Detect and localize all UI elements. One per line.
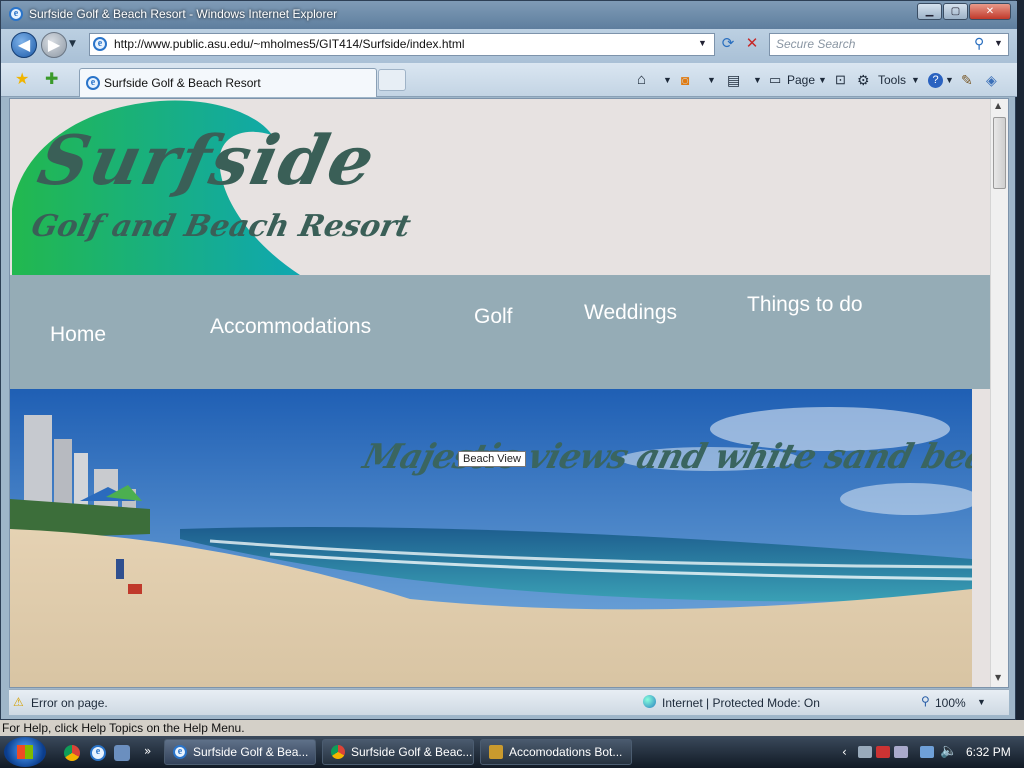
windows-logo-icon [17,745,33,759]
back-button[interactable]: ◀ [11,32,37,58]
status-error-text[interactable]: Error on page. [31,696,108,710]
warning-icon[interactable]: ⚠ [13,695,24,709]
nav-things-to-do[interactable]: Things to do [747,293,863,317]
print-dropdown-icon[interactable]: ▼ [753,69,762,91]
zoom-dropdown-icon[interactable]: ▼ [977,697,986,707]
research-tools-icon[interactable]: ✎ [961,69,973,91]
status-bar: ⚠ Error on page. Internet | Protected Mo… [9,689,1009,715]
site-nav: Home Accommodations Golf Weddings Things… [10,275,990,389]
start-button[interactable] [4,737,46,767]
clock[interactable]: 6:32 PM [966,745,1011,759]
tray-device-icon[interactable] [894,746,908,758]
nav-golf[interactable]: Golf [474,305,513,329]
gear-icon: ⚙ [857,72,870,88]
ie-quicklaunch-icon[interactable]: e [90,745,106,761]
favorites-star-icon[interactable]: ★ [15,69,29,88]
vertical-scrollbar[interactable]: ▲ ▼ [990,99,1008,687]
page-dropdown-icon[interactable]: ▼ [818,69,827,91]
accessibility-icon[interactable]: ◈ [986,69,997,91]
nav-weddings[interactable]: Weddings [584,301,677,325]
window-title: Surfside Golf & Beach Resort - Windows I… [29,7,338,21]
page-content: Surfside Golf and Beach Resort Home Acco… [9,98,1009,688]
tray-expand-icon[interactable]: ‹ [842,745,847,759]
taskbar-item-chrome[interactable]: Surfside Golf & Beac... [322,739,474,765]
home-icon[interactable]: ⌂ [637,69,646,91]
help-dropdown-icon[interactable]: ▼ [945,69,954,91]
zoom-level[interactable]: 100% [935,696,966,710]
help-icon[interactable]: ? [928,73,943,88]
tools-dropdown-icon[interactable]: ▼ [911,69,920,91]
add-favorites-icon[interactable]: ✚ [45,69,58,88]
logo-subtitle: Golf and Beach Resort [28,209,414,244]
close-button[interactable]: ✕ [969,3,1011,20]
site-header: Surfside Golf and Beach Resort [10,99,990,275]
search-placeholder: Secure Search [776,37,856,51]
switch-windows-icon[interactable] [114,745,130,761]
beach-banner-image: Majestic views and white sand beaches [10,389,972,687]
title-bar[interactable]: e Surfside Golf & Beach Resort - Windows… [1,1,1017,29]
ie-logo-icon: e [9,7,23,21]
volume-icon[interactable]: 🔈 [940,743,957,759]
page-menu-button[interactable]: Page [787,69,815,91]
logo-title: Surfside [31,121,384,201]
globe-icon [643,695,656,708]
feeds-dropdown-icon[interactable]: ▼ [707,69,716,91]
tab-label: Surfside Golf & Beach Resort [104,76,261,90]
chrome-quicklaunch-icon[interactable] [64,745,80,761]
scroll-down-icon[interactable]: ▼ [995,673,1001,682]
tab-favicon-icon: e [86,76,100,90]
address-dropdown-icon[interactable]: ▼ [698,38,707,48]
tab-row: ★ ✚ e Surfside Golf & Beach Resort ⌂ ▼ ◙… [1,63,1017,97]
taskbar-item-label: Surfside Golf & Bea... [193,745,309,759]
tab-surfside[interactable]: e Surfside Golf & Beach Resort [79,68,377,97]
recent-pages-dropdown-icon[interactable]: ▼ [69,39,76,49]
ie-icon: e [173,745,187,759]
search-icon[interactable]: ⚲ [974,35,984,52]
security-zone[interactable]: Internet | Protected Mode: On [662,696,820,710]
chrome-icon [331,745,345,759]
help-hint: For Help, click Help Topics on the Help … [0,720,1024,736]
address-bar[interactable]: e http://www.public.asu.edu/~mholmes5/GI… [89,33,715,56]
maximize-button[interactable]: ▢ [943,3,968,20]
research-icon[interactable]: ⊡ [835,69,846,91]
network-icon[interactable] [920,746,934,758]
scroll-thumb[interactable] [993,117,1006,189]
forward-button[interactable]: ▶ [41,32,67,58]
tools-menu-button[interactable]: Tools [878,69,906,91]
editor-icon [489,745,503,759]
navigation-row: ◀ ▶ ▼ e http://www.public.asu.edu/~mholm… [1,29,1017,63]
new-tab-button[interactable] [378,69,406,91]
zoom-icon: ⚲ [921,694,930,708]
quicklaunch-more-icon[interactable]: » [144,744,151,758]
page-menu-icon: ▭ [769,72,782,87]
tray-app-icon[interactable] [858,746,872,758]
taskbar: e » e Surfside Golf & Bea... Surfside Go… [0,736,1024,768]
search-input[interactable]: Secure Search ⚲ ▼ [769,33,1009,56]
taskbar-item-label: Surfside Golf & Beac... [351,745,473,759]
ie-window: e Surfside Golf & Beach Resort - Windows… [0,0,1017,720]
nav-home[interactable]: Home [50,323,106,347]
taskbar-item-editor[interactable]: Accomodations Bot... [480,739,632,765]
feeds-icon[interactable]: ◙ [681,69,689,91]
tray-security-icon[interactable] [876,746,890,758]
search-dropdown-icon[interactable]: ▼ [994,38,1003,48]
nav-accommodations[interactable]: Accommodations [210,315,371,339]
page-icon: e [93,37,107,51]
stop-icon[interactable]: ✕ [741,34,763,56]
refresh-icon[interactable]: ⟳ [717,34,739,56]
taskbar-item-label: Accomodations Bot... [509,745,623,759]
print-icon[interactable]: ▤ [727,69,740,91]
taskbar-item-ie[interactable]: e Surfside Golf & Bea... [164,739,316,765]
banner-caption: Majestic views and white sand beaches [359,437,972,477]
help-hint-text: For Help, click Help Topics on the Help … [2,721,245,735]
minimize-button[interactable]: ▁ [917,3,942,20]
home-dropdown-icon[interactable]: ▼ [663,69,672,91]
scroll-up-icon[interactable]: ▲ [995,101,1001,110]
beach-scene [10,389,972,687]
address-url[interactable]: http://www.public.asu.edu/~mholmes5/GIT4… [114,37,465,51]
banner-tooltip: Beach View [458,451,526,467]
